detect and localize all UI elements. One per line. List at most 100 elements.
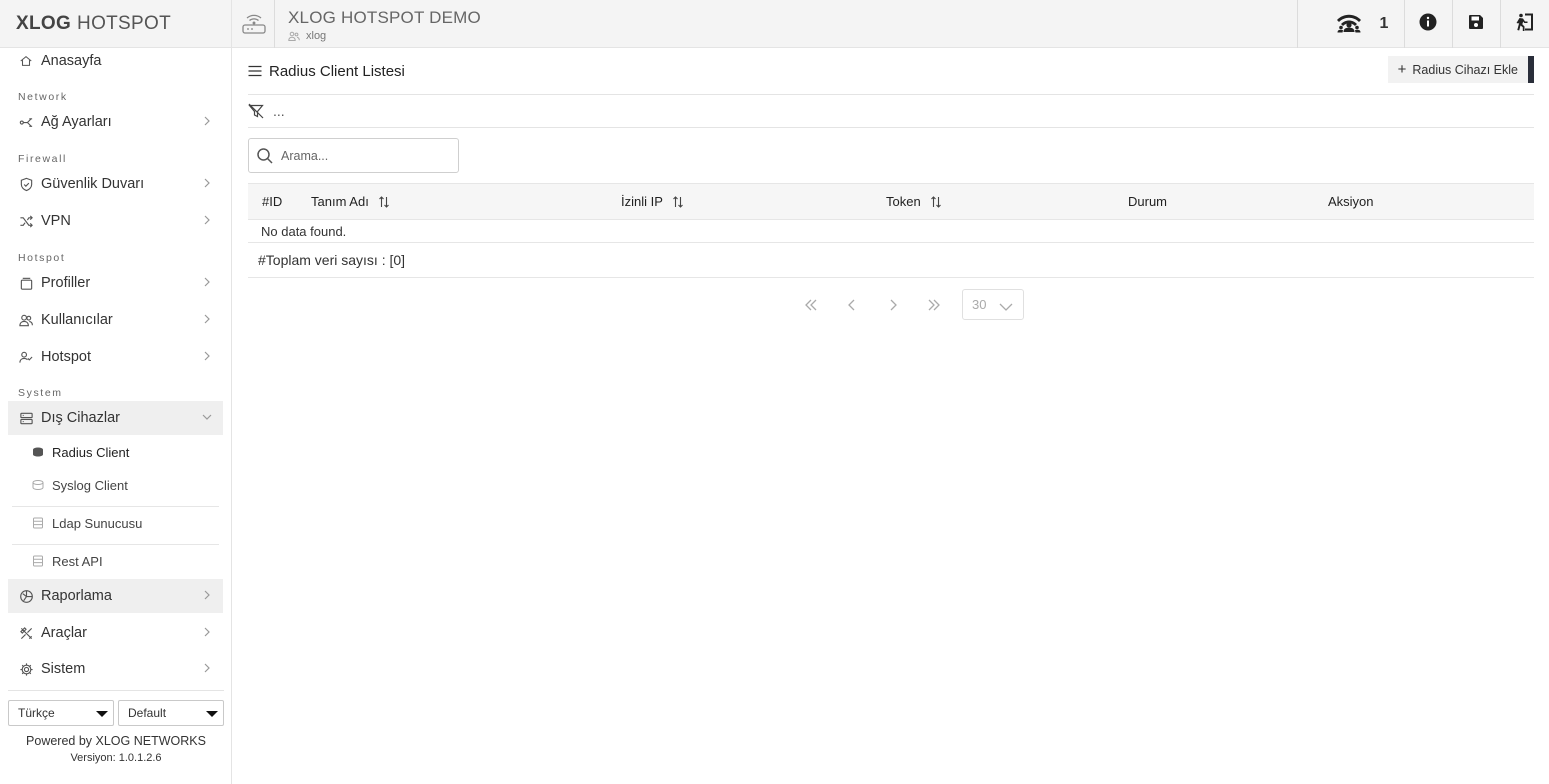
app-subtitle-text: xlog (306, 30, 327, 42)
sidebar-subitem-rest-api[interactable]: Rest API (12, 544, 219, 578)
powered-by: Powered by XLOG NETWORKS (26, 734, 206, 748)
sidebar-item-label: Ağ Ayarları (41, 114, 112, 130)
sidebar-item-kullanicilar[interactable]: Kullanıcılar (8, 303, 223, 337)
column-header-token[interactable]: Token (872, 184, 1114, 220)
column-header-label: #ID (262, 194, 283, 209)
sidebar-item-guvenlik-duvari[interactable]: Güvenlik Duvarı (8, 167, 223, 201)
column-header-label: Aksiyon (1328, 194, 1374, 209)
app-subtitle: xlog (288, 30, 326, 42)
sidebar-item-label: Profiller (41, 275, 91, 291)
section-label-firewall: Firewall (18, 153, 67, 165)
sort-icon[interactable] (930, 196, 942, 208)
column-header-label: İzinli IP (621, 194, 663, 209)
next-page-button[interactable] (885, 297, 901, 313)
gear-icon (18, 661, 34, 677)
search-input[interactable] (281, 148, 441, 163)
section-label-network: Network (18, 91, 68, 103)
page-title: Radius Client Listesi (269, 63, 405, 80)
column-header-label: Durum (1128, 194, 1168, 209)
column-header-label: Token (886, 194, 921, 209)
chevron-down-icon (200, 410, 214, 424)
radius-client-table: #ID Tanım Adı İzinli IP Token Durum Aksi… (248, 183, 1534, 278)
sidebar-subitem-syslog-client[interactable]: Syslog Client (12, 468, 219, 502)
last-page-button[interactable] (926, 297, 942, 313)
table-header-row: #ID Tanım Adı İzinli IP Token Durum Aksi… (248, 183, 1534, 220)
plus-icon: + (1397, 61, 1407, 78)
sidebar-item-sistem[interactable]: Sistem (8, 652, 223, 686)
empty-message: No data found. (261, 223, 347, 239)
sidebar-nav: Anasayfa Network Ağ Ayarları Firewall Gü… (0, 48, 231, 688)
chevron-right-icon (200, 114, 214, 128)
user-check-icon (18, 349, 34, 365)
menu-icon[interactable] (248, 64, 262, 78)
tools-icon (18, 625, 34, 641)
sidebar-item-dis-cihazlar[interactable]: Dış Cihazlar (8, 401, 223, 435)
app-title: XLOG HOTSPOT DEMO (288, 8, 481, 27)
column-header-izinli-ip[interactable]: İzinli IP (607, 184, 872, 220)
chevron-right-icon (200, 588, 214, 602)
filter-off-icon[interactable] (248, 103, 264, 119)
sort-icon[interactable] (378, 196, 390, 208)
brand-logo[interactable]: XLOG HOTSPOT (0, 0, 231, 48)
column-header-aksiyon: Aksiyon (1314, 184, 1534, 220)
sidebar-item-label: Sistem (41, 661, 86, 677)
shield-icon (18, 176, 34, 192)
info-icon (1419, 13, 1437, 36)
router-icon (240, 10, 268, 38)
add-button-label: Radius Cihazı Ekle (1412, 62, 1518, 77)
wifi-users-icon (1336, 11, 1362, 38)
theme-select-value: Default (128, 706, 167, 720)
page-size-value: 30 (972, 297, 987, 312)
save-button[interactable] (1452, 0, 1500, 48)
sidebar-item-raporlama[interactable]: Raporlama (8, 579, 223, 613)
first-page-button[interactable] (803, 297, 819, 313)
logout-button[interactable] (1500, 0, 1549, 48)
sidebar-item-ag-ayarlari[interactable]: Ağ Ayarları (8, 105, 223, 139)
page-size-dropdown[interactable]: 30 (962, 289, 1024, 320)
layers-icon (18, 275, 34, 291)
sidebar-item-profiller[interactable]: Profiller (8, 266, 223, 300)
section-label-system: System (18, 387, 63, 399)
language-select[interactable]: Türkçe (8, 700, 114, 726)
sort-icon[interactable] (672, 196, 684, 208)
sidebar-subitem-label: Ldap Sunucusu (52, 515, 143, 531)
sidebar-subitem-ldap-sunucusu[interactable]: Ldap Sunucusu (12, 506, 219, 540)
caret-down-icon (206, 711, 218, 717)
database-icon (32, 479, 44, 491)
sidebar-item-araclar[interactable]: Araçlar (8, 616, 223, 650)
sidebar-item-hotspot[interactable]: Hotspot (8, 340, 223, 374)
theme-select[interactable]: Default (118, 700, 224, 726)
sidebar-item-vpn[interactable]: VPN (8, 204, 223, 238)
sidebar: XLOG HOTSPOT Anasayfa Network Ağ Ayarlar… (0, 0, 232, 784)
chevron-right-icon (200, 275, 214, 289)
total-row: #Toplam veri sayısı : [0] (248, 243, 1534, 278)
search-box[interactable] (248, 138, 459, 173)
sidebar-subitem-label: Syslog Client (52, 477, 128, 493)
info-button[interactable] (1404, 0, 1452, 48)
home-icon (18, 53, 34, 69)
sidebar-subitem-label: Radius Client (52, 444, 130, 460)
server-small-icon (32, 517, 44, 529)
filter-text: ... (273, 103, 285, 119)
sidebar-item-label: Raporlama (41, 588, 112, 604)
brand-bold: XLOG (16, 12, 72, 34)
sidebar-item-anasayfa[interactable]: Anasayfa (8, 48, 223, 78)
add-radius-device-button[interactable]: + Radius Cihazı Ekle (1387, 56, 1534, 83)
users-icon (288, 31, 300, 41)
language-select-value: Türkçe (18, 706, 55, 720)
chevron-right-icon (200, 176, 214, 190)
database-icon (32, 446, 44, 458)
total-count: #Toplam veri sayısı : [0] (258, 252, 406, 268)
chevron-right-icon (200, 625, 214, 639)
sidebar-subitem-radius-client[interactable]: Radius Client (12, 435, 219, 469)
topbar-separator (1297, 0, 1298, 48)
chevron-right-icon (200, 213, 214, 227)
shuffle-icon (18, 213, 34, 229)
column-header-tanim-adi[interactable]: Tanım Adı (297, 184, 607, 220)
column-header-id: #ID (248, 184, 297, 220)
sidebar-item-label: Anasayfa (41, 53, 102, 69)
previous-page-button[interactable] (844, 297, 860, 313)
app-root: XLOG HOTSPOT Anasayfa Network Ağ Ayarlar… (0, 0, 1549, 784)
sidebar-item-label: Hotspot (41, 349, 91, 365)
online-users-button[interactable]: 1 (1312, 0, 1412, 48)
